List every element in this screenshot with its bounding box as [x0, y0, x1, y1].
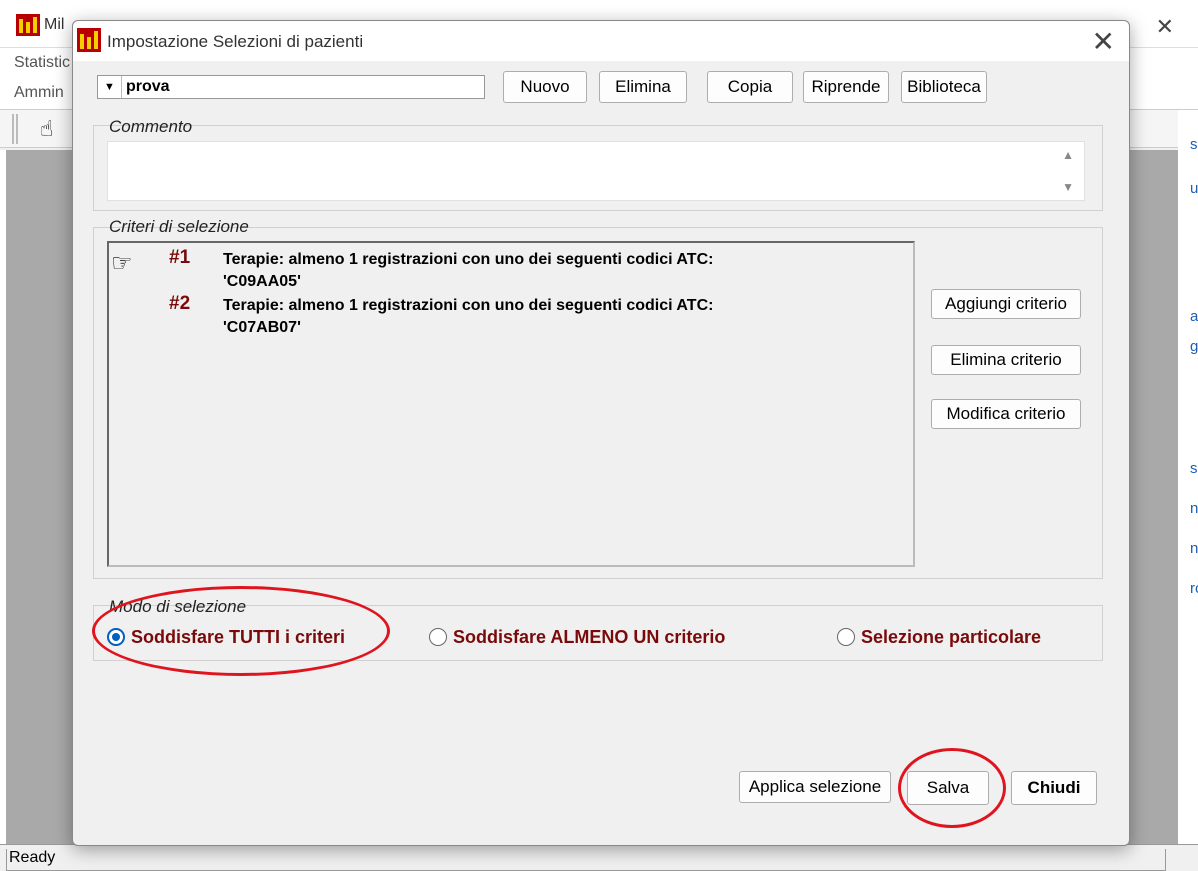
apply-selection-button[interactable]: Applica selezione [739, 771, 891, 803]
save-button[interactable]: Salva [907, 771, 989, 805]
right-panel-glyph: s [1190, 136, 1198, 153]
edit-criterion-button[interactable]: Modifica criterio [931, 399, 1081, 429]
dialog-title: Impostazione Selezioni di pazienti [107, 32, 364, 51]
status-text: Ready [6, 849, 1166, 871]
right-panel-glyph: g [1190, 338, 1198, 355]
right-panel-glyph: n [1190, 540, 1198, 557]
right-panel-glyph: u [1190, 180, 1198, 197]
selection-name-value[interactable]: prova [126, 78, 170, 96]
comment-label: Commento [109, 117, 193, 136]
background-right-panel: s u a g s n n ro [1178, 110, 1198, 844]
criterion-text-line1: Terapie: almeno 1 registrazioni con uno … [223, 297, 714, 314]
radio-all-criteria[interactable]: Soddisfare TUTTI i criteri [107, 625, 345, 649]
delete-button[interactable]: Elimina [599, 71, 687, 103]
menu-item-statistiche[interactable]: Statistic [14, 54, 70, 72]
selection-mode-label: Modo di selezione [109, 597, 247, 616]
delete-criterion-button[interactable]: Elimina criterio [931, 345, 1081, 375]
radio-unchecked-icon[interactable] [429, 628, 447, 646]
library-button[interactable]: Biblioteca [901, 71, 987, 103]
add-criterion-button[interactable]: Aggiungi criterio [931, 289, 1081, 319]
criterion-number: #1 [169, 247, 191, 268]
radio-special-selection[interactable]: Selezione particolare [837, 625, 1041, 649]
menu-item-amministrazione[interactable]: Ammin [14, 84, 64, 102]
copy-button[interactable]: Copia [707, 71, 793, 103]
comment-textarea[interactable]: ▲ ▼ [107, 141, 1085, 201]
dialog-titlebar[interactable]: Impostazione Selezioni di pazienti ✕ [73, 21, 1129, 61]
criterion-text-line1: Terapie: almeno 1 registrazioni con uno … [223, 251, 714, 268]
right-panel-glyph: s [1190, 460, 1198, 477]
radio-checked-icon[interactable] [107, 628, 125, 646]
new-button[interactable]: Nuovo [503, 71, 587, 103]
right-panel-glyph: n [1190, 500, 1198, 517]
radio-at-least-one[interactable]: Soddisfare ALMENO UN criterio [429, 625, 725, 649]
radio-at-least-one-label[interactable]: Soddisfare ALMENO UN criterio [453, 627, 725, 648]
criteria-list[interactable]: ☞ #1 Terapie: almeno 1 registrazioni con… [107, 241, 915, 567]
dropdown-arrow-icon[interactable]: ▼ [98, 76, 122, 98]
criterion-number: #2 [169, 293, 191, 314]
criteria-label: Criteri di selezione [109, 217, 249, 236]
right-panel-glyph: ro [1190, 580, 1198, 597]
restore-button[interactable]: Riprende [803, 71, 889, 103]
toolbar-grip-handle[interactable] [12, 114, 18, 144]
close-button[interactable]: Chiudi [1011, 771, 1097, 805]
pointing-hand-icon: ☞ [111, 250, 133, 277]
dialog-close-icon[interactable]: ✕ [1092, 25, 1115, 58]
status-bar: Ready [0, 844, 1198, 871]
scroll-down-icon[interactable]: ▼ [1062, 180, 1074, 194]
radio-unchecked-icon[interactable] [837, 628, 855, 646]
toolbar-hand-icon[interactable]: ☝ [40, 116, 53, 142]
scroll-up-icon[interactable]: ▲ [1062, 148, 1074, 162]
app-logo-icon [77, 28, 101, 52]
radio-all-criteria-label[interactable]: Soddisfare TUTTI i criteri [131, 627, 345, 648]
criterion-text-line2: 'C07AB07' [223, 319, 301, 336]
selection-name-combobox[interactable]: ▼ prova [97, 75, 485, 99]
radio-special-selection-label[interactable]: Selezione particolare [861, 627, 1041, 648]
right-panel-glyph: a [1190, 308, 1198, 325]
app-logo-icon [16, 14, 40, 36]
criterion-text-line2: 'C09AA05' [223, 273, 301, 290]
background-window-close-icon[interactable]: ✕ [1156, 14, 1174, 40]
selection-settings-dialog: Impostazione Selezioni di pazienti ✕ ▼ p… [72, 20, 1130, 846]
background-window-title: Mil [44, 16, 65, 33]
